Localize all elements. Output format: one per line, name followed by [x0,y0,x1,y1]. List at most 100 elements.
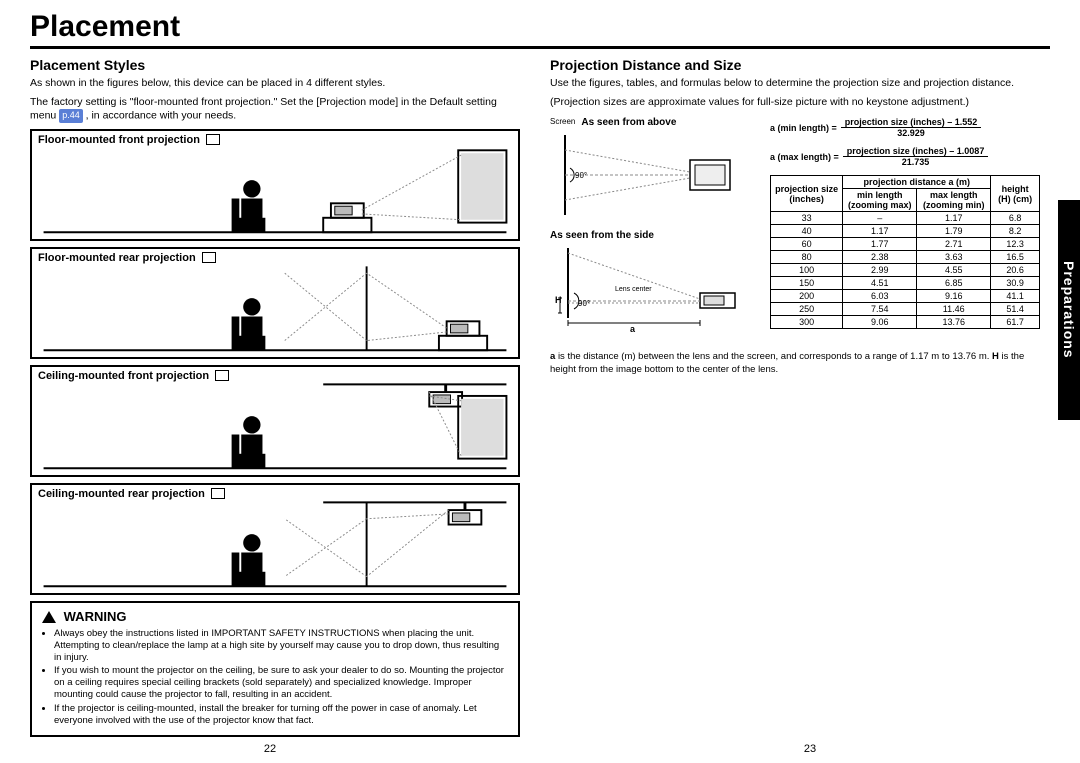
svg-text:90°: 90° [578,299,590,308]
styles-intro-1: As shown in the figures below, this devi… [30,77,520,90]
table-cell: 33 [771,212,843,225]
footnote-h: H [992,351,999,362]
warning-list: Always obey the instructions listed in I… [42,628,508,727]
table-cell: 41.1 [991,290,1040,303]
warning-heading-text: WARNING [64,609,127,624]
projection-table: projection size (inches) projection dist… [770,175,1040,329]
table-cell: 100 [771,264,843,277]
table-cell: 30.9 [991,277,1040,290]
footnote: a is the distance (m) between the lens a… [550,351,1040,376]
table-cell: 6.03 [843,290,917,303]
style-box-floor-rear: Floor-mounted rear projection [30,247,520,359]
table-cell: 2.71 [917,238,991,251]
table-cell: 7.54 [843,303,917,316]
intro-2b: , in accordance with your needs. [86,110,237,122]
table-row: 401.171.798.2 [771,225,1040,238]
table-cell: 1.17 [843,225,917,238]
table-cell: 8.2 [991,225,1040,238]
warning-item: If the projector is ceiling-mounted, ins… [54,703,508,727]
formula-max-den: 21.735 [843,157,989,167]
table-cell: – [843,212,917,225]
table-cell: 1.77 [843,238,917,251]
table-cell: 11.46 [917,303,991,316]
style-box-ceiling-rear: Ceiling-mounted rear projection [30,483,520,595]
table-cell: 4.51 [843,277,917,290]
table-cell: 12.3 [991,238,1040,251]
table-row: 3009.0613.7661.7 [771,316,1040,329]
th-min: min length (zooming max) [843,189,917,212]
table-row: 1504.516.8530.9 [771,277,1040,290]
styles-intro-2: The factory setting is "floor-mounted fr… [30,96,520,123]
formula-max-num: projection size (inches) – 1.0087 [843,146,989,157]
footnote-a: a [550,351,555,362]
th-proj-size: projection size (inches) [771,176,843,212]
table-cell: 51.4 [991,303,1040,316]
diagrams-column: Screen As seen from above 90° As seen fr… [550,117,750,343]
formula-min-label: a (min length) = [770,123,837,133]
formulas-and-table: a (min length) = projection size (inches… [770,117,1040,343]
warning-item: If you wish to mount the projector on th… [54,665,508,701]
table-cell: 80 [771,251,843,264]
table-row: 601.772.7112.3 [771,238,1040,251]
table-cell: 250 [771,303,843,316]
table-cell: 61.7 [991,316,1040,329]
right-column: Projection Distance and Size Use the fig… [550,57,1050,737]
proj-intro-2: (Projection sizes are approximate values… [550,96,1040,109]
table-row: 2006.039.1641.1 [771,290,1040,303]
th-proj-dist: projection distance a (m) [843,176,991,189]
side-label: As seen from the side [550,230,750,241]
above-label: As seen from above [581,117,676,128]
angle-label: 90° [575,171,587,180]
table-cell: 300 [771,316,843,329]
table-cell: 6.85 [917,277,991,290]
table-cell: 150 [771,277,843,290]
page-number-right: 23 [804,743,816,755]
formula-min-den: 32.929 [841,128,982,138]
table-cell: 2.99 [843,264,917,277]
table-row: 802.383.6316.5 [771,251,1040,264]
left-column: Placement Styles As shown in the figures… [30,57,520,737]
table-cell: 20.6 [991,264,1040,277]
table-cell: 4.55 [917,264,991,277]
table-cell: 9.06 [843,316,917,329]
table-cell: 13.76 [917,316,991,329]
table-cell: 60 [771,238,843,251]
h-label: H [555,295,562,305]
formula-max: a (max length) = projection size (inches… [770,146,1040,167]
table-cell: 16.5 [991,251,1040,264]
style-box-floor-front: Floor-mounted front projection [30,129,520,241]
table-row: 33–1.176.8 [771,212,1040,225]
table-cell: 1.79 [917,225,991,238]
table-cell: 40 [771,225,843,238]
table-cell: 9.16 [917,290,991,303]
style-box-ceiling-front: Ceiling-mounted front projection [30,365,520,477]
placement-styles-heading: Placement Styles [30,57,520,73]
page-ref-badge: p.44 [59,109,83,122]
formula-max-label: a (max length) = [770,152,839,162]
table-cell: 200 [771,290,843,303]
footnote-text: is the distance (m) between the lens and… [558,351,992,362]
th-height: height (H) (cm) [991,176,1040,212]
formula-min: a (min length) = projection size (inches… [770,117,1040,138]
table-cell: 6.8 [991,212,1040,225]
page-numbers: 22 23 [0,743,1080,755]
page-title: Placement [30,10,1050,49]
a-label: a [630,324,636,333]
table-row: 1002.994.5520.6 [771,264,1040,277]
table-cell: 3.63 [917,251,991,264]
diagram-above: 90° [550,130,750,220]
screen-label: Screen [550,117,575,126]
table-row: 2507.5411.4651.4 [771,303,1040,316]
diagram-side: Lens center 90° H a [550,243,750,333]
proj-intro-1: Use the figures, tables, and formulas be… [550,77,1040,90]
th-max: max length (zooming min) [917,189,991,212]
table-cell: 1.17 [917,212,991,225]
projection-heading: Projection Distance and Size [550,57,1040,73]
warning-box: WARNING Always obey the instructions lis… [30,601,520,737]
table-cell: 2.38 [843,251,917,264]
section-tab-preparations: Preparations [1058,200,1080,420]
warning-heading: WARNING [42,609,508,624]
formula-min-num: projection size (inches) – 1.552 [841,117,982,128]
page-number-left: 22 [264,743,276,755]
lens-center-label: Lens center [615,286,652,293]
